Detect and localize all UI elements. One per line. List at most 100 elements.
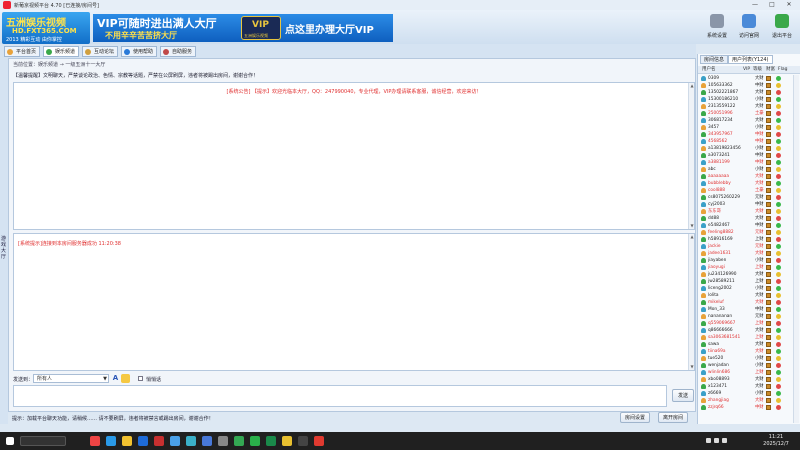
app-icon[interactable] [282, 436, 292, 446]
user-row[interactable]: sawa 大财 [698, 341, 793, 348]
public-chat-scrollbar[interactable]: ▲ ▼ [688, 83, 694, 229]
user-row[interactable]: lolita 大财 [698, 292, 793, 299]
col-wealth[interactable]: 财富 [766, 66, 775, 74]
user-row[interactable]: jackie 元财 [698, 243, 793, 250]
exit-platform-button[interactable]: 退出平台 [767, 14, 797, 44]
quiet-checkbox[interactable] [138, 376, 143, 381]
col-flag[interactable]: Flag [778, 66, 787, 74]
user-row[interactable]: aaaaaaaa 大财 [698, 173, 793, 180]
user-row[interactable]: 3457 小财 [698, 124, 793, 131]
chrome-icon[interactable] [234, 436, 244, 446]
private-chat-scrollbar[interactable]: ▲ ▼ [688, 234, 694, 370]
app-icon[interactable] [298, 436, 308, 446]
user-row[interactable]: jiaoyugi 上财 [698, 264, 793, 271]
vip-banner[interactable]: VIP可随时进出满人大厅 不用辛辛苦苦挤大厅 VIP 五洲娱乐视频 点这里办理大… [93, 14, 393, 42]
user-row[interactable]: q86666666 大财 [698, 327, 793, 334]
font-icon[interactable]: A [111, 374, 120, 383]
tab-room-info[interactable]: 房间信息 [700, 55, 729, 64]
folder-icon[interactable] [122, 436, 132, 446]
user-row[interactable]: 343957967 中财 [698, 131, 793, 138]
user-list-scrollbar[interactable] [793, 75, 799, 423]
word-icon[interactable] [138, 436, 148, 446]
excel-icon[interactable] [266, 436, 276, 446]
user-row[interactable]: xbo08893 大财 [698, 376, 793, 383]
user-row[interactable]: x123471 大财 [698, 383, 793, 390]
system-settings-button[interactable]: 系统设置 [702, 14, 732, 44]
wechat-icon[interactable] [250, 436, 260, 446]
close-button[interactable]: ✕ [782, 1, 796, 9]
scroll-down-icon[interactable]: ▼ [689, 364, 695, 370]
user-row[interactable]: a13819823456 小财 [698, 145, 793, 152]
user-row[interactable]: tiina69a 大财 [698, 348, 793, 355]
user-row[interactable]: liceng2002 小财 [698, 285, 793, 292]
user-row[interactable]: a3073241 中财 [698, 152, 793, 159]
user-row[interactable]: wlinlin686 上财 [698, 369, 793, 376]
search-box[interactable] [20, 436, 66, 446]
scroll-up-icon[interactable]: ▲ [689, 83, 695, 89]
user-row[interactable]: mikeluf 大财 [698, 299, 793, 306]
app-icon[interactable] [170, 436, 180, 446]
tab-channel[interactable]: 娱乐频道 [43, 46, 80, 57]
tab-user-list[interactable]: 用户列表(Y124) [728, 55, 773, 64]
scroll-down-icon[interactable]: ▼ [689, 223, 695, 229]
tab-forum[interactable]: 互动论坛 [82, 46, 119, 57]
app-icon[interactable] [218, 436, 228, 446]
scroll-up-icon[interactable]: ▲ [689, 234, 695, 240]
tray-icon[interactable] [722, 438, 727, 443]
user-row[interactable]: 东东哥 大财 [698, 208, 793, 215]
col-username[interactable]: 用户名 [702, 66, 716, 74]
user-row[interactable]: 250051996 土豪 [698, 110, 793, 117]
room-settings-button[interactable]: 房间设置 [620, 412, 651, 423]
user-row[interactable]: z6669 小财 [698, 390, 793, 397]
tray-icon[interactable] [706, 438, 711, 443]
user-row[interactable]: 13502221867 大财 [698, 89, 793, 96]
user-row[interactable]: tue520 小财 [698, 355, 793, 362]
user-list[interactable]: 0309 大财 105633362 中财 13502221867 大财 1530018621… [698, 75, 800, 423]
user-row[interactable]: Mon_33 中财 [698, 306, 793, 313]
user-row[interactable]: h58916169 上财 [698, 236, 793, 243]
game-hall-side-tab[interactable]: 游戏大厅 [0, 58, 8, 424]
maximize-button[interactable]: □ [765, 1, 779, 9]
browser-icon[interactable] [90, 436, 100, 446]
private-chat-area[interactable]: [系统提示]连接到本房间服务器成功 11:20:38 ▲ ▼ [13, 233, 695, 371]
user-row[interactable]: dd88 大财 [698, 215, 793, 222]
app-icon[interactable] [202, 436, 212, 446]
user-row[interactable]: jw28589211 上财 [698, 278, 793, 285]
user-row[interactable]: 15300186210 小财 [698, 96, 793, 103]
public-chat-area[interactable]: [系统公告] 【提示】欢迎光临本大厅，QQ：247990040，专业代理，VIP… [13, 82, 695, 230]
user-row[interactable]: zzjrq66 中财 [698, 404, 793, 411]
user-row[interactable]: cyj2003 中财 [698, 201, 793, 208]
user-row[interactable]: 4568562 中财 [698, 138, 793, 145]
minimize-button[interactable]: — [748, 1, 762, 9]
clock[interactable]: 11:21 2025/12/7 [756, 434, 796, 448]
send-button[interactable]: 发送 [672, 389, 694, 402]
tray-icon[interactable] [714, 438, 719, 443]
user-row[interactable]: feeling8882 元财 [698, 229, 793, 236]
user-row[interactable]: 105633362 中财 [698, 82, 793, 89]
tab-home[interactable]: 平台首页 [4, 46, 41, 57]
user-row[interactable]: e5482467 中财 [698, 222, 793, 229]
app-icon[interactable] [154, 436, 164, 446]
logo[interactable]: 五洲娱乐视频 HD.FXT365.COM 2013 精彩互动 由你掌控 [2, 12, 90, 44]
start-icon[interactable] [6, 437, 14, 445]
user-row[interactable]: zhangjiag 大财 [698, 397, 793, 404]
message-input[interactable] [13, 385, 667, 407]
user-row[interactable]: q559069667 上财 [698, 320, 793, 327]
send-target-select[interactable]: 所有人 ▼ [33, 374, 109, 383]
browser-icon[interactable] [106, 436, 116, 446]
user-row[interactable]: jiayaben 小财 [698, 257, 793, 264]
user-row[interactable]: ju234126990 大财 [698, 271, 793, 278]
video-platform-icon[interactable] [314, 436, 324, 446]
user-row[interactable]: sa3063681541 上财 [698, 334, 793, 341]
visit-website-button[interactable]: 访问官网 [734, 14, 764, 44]
user-row[interactable]: 0309 大财 [698, 75, 793, 82]
tab-help[interactable]: 使用帮助 [121, 46, 158, 57]
user-row[interactable]: nanananan 元财 [698, 313, 793, 320]
leave-room-button[interactable]: 离开房间 [658, 412, 689, 423]
user-row[interactable]: bubblebby 大财 [698, 180, 793, 187]
user-row[interactable]: cs8075260229 元财 [698, 194, 793, 201]
tab-service[interactable]: 自助服务 [160, 46, 197, 57]
user-row[interactable]: a3881199 中财 [698, 159, 793, 166]
app-icon[interactable] [186, 436, 196, 446]
emoji-icon[interactable] [121, 374, 130, 383]
